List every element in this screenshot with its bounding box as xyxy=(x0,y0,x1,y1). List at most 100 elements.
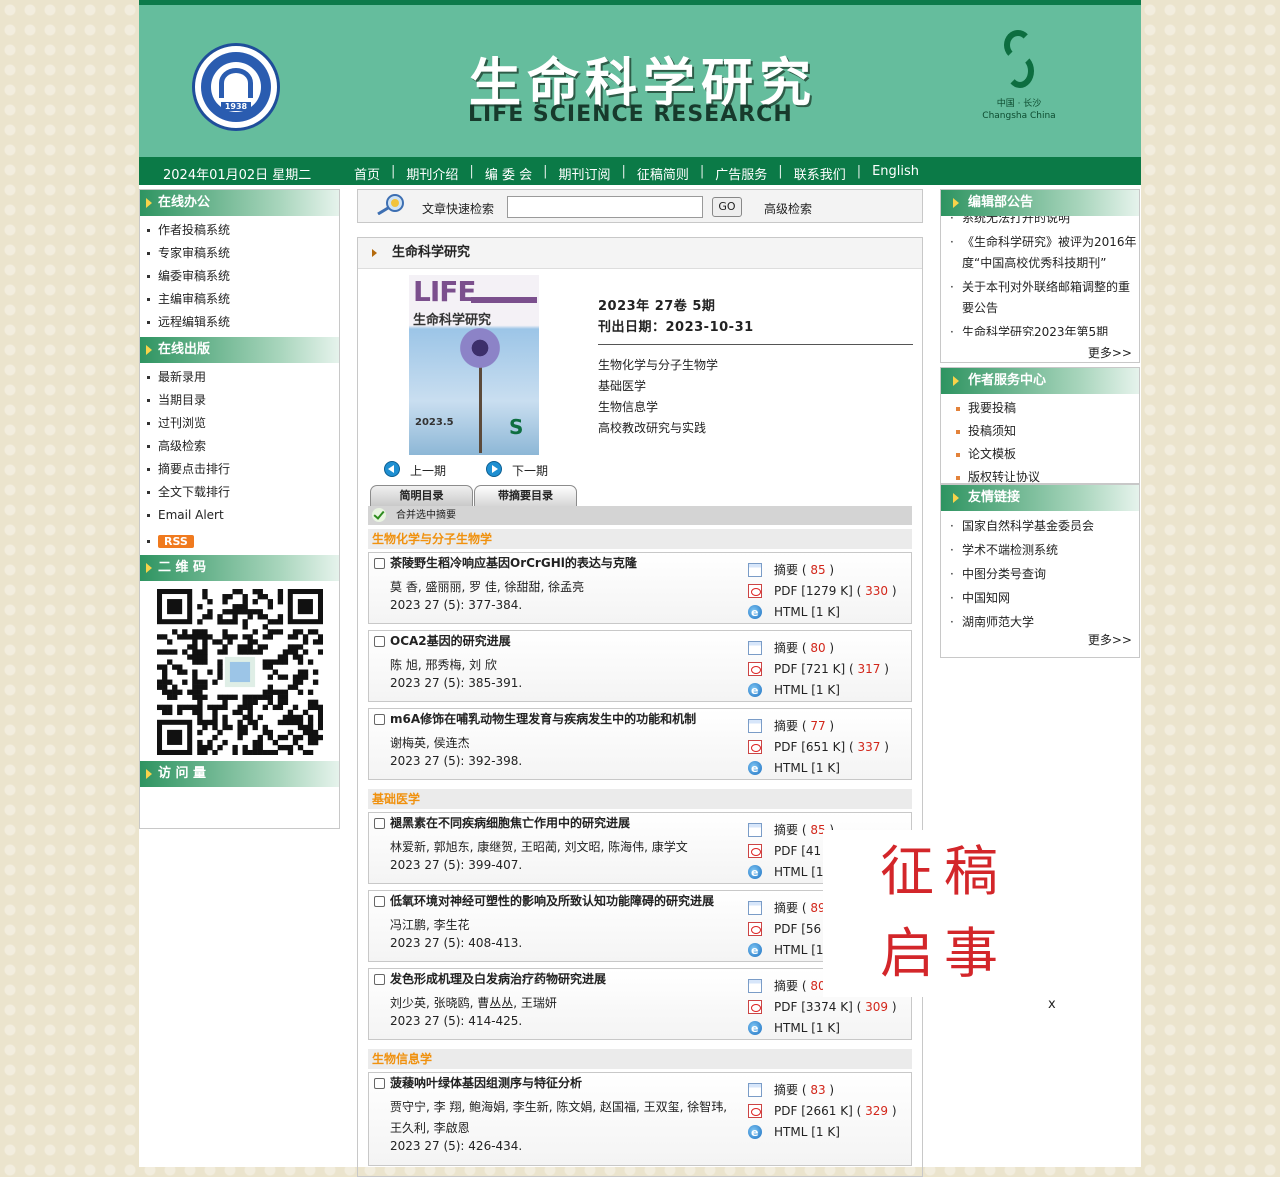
article-authors: 贾守宁, 李 翔, 鲍海娟, 李生新, 陈文娟, 赵国福, 王双玺, 徐智玮, … xyxy=(390,1100,728,1135)
html-link[interactable]: HTML [1 K] xyxy=(748,680,908,701)
pdf-link[interactable]: PDF [721 K] ( 317 ) xyxy=(748,659,908,680)
notice-item-3[interactable]: 生命科学研究2023年第5期 xyxy=(941,322,1139,336)
article-title[interactable]: m6A修饰在哺乳动物生理发育与疾病发生中的功能和机制 xyxy=(390,712,745,727)
service-item-0[interactable]: 我要投稿 xyxy=(956,397,1139,420)
article-checkbox[interactable] xyxy=(374,818,385,829)
service-item-2[interactable]: 论文模板 xyxy=(956,443,1139,466)
prev-issue-link[interactable]: 上一期 xyxy=(410,462,446,479)
ie-browser-icon xyxy=(748,758,762,779)
nav-item-4[interactable]: 征稿简则 xyxy=(637,164,689,183)
publish-item-6[interactable]: Email Alert xyxy=(147,504,339,527)
ad-line-2: 启事 xyxy=(880,922,1008,985)
article-citation: 2023 27 (5): 399-407. xyxy=(390,858,523,872)
nav-separator: | xyxy=(391,164,396,179)
html-link[interactable]: HTML [1 K] xyxy=(748,602,908,623)
office-item-4[interactable]: 远程编辑系统 xyxy=(147,311,339,334)
rss-button[interactable]: RSS xyxy=(158,535,194,548)
nav-item-3[interactable]: 期刊订阅 xyxy=(558,164,610,183)
article-title[interactable]: 茶陵野生稻冷响应基因OrCrGHl的表达与克隆 xyxy=(390,556,745,571)
ie-browser-icon xyxy=(748,1018,762,1039)
html-link[interactable]: HTML [1 K] xyxy=(748,1122,908,1143)
nav-separator: | xyxy=(856,164,862,179)
pdf-link[interactable]: PDF [3374 K] ( 309 ) xyxy=(748,997,908,1018)
article-citation: 2023 27 (5): 426-434. xyxy=(390,1139,523,1153)
article-checkbox[interactable] xyxy=(374,558,385,569)
nav-item-5[interactable]: 广告服务 xyxy=(715,164,767,183)
nav-item-1[interactable]: 期刊介绍 xyxy=(406,164,458,183)
abstract-link[interactable]: 摘要 ( 85 ) xyxy=(748,560,908,581)
notice-item-1[interactable]: 《生命科学研究》被评为2016年度“中国高校优秀科技期刊” xyxy=(941,232,1139,274)
friend-link-0[interactable]: 国家自然科学基金委员会 xyxy=(950,514,1139,538)
issue-info: 2023年 27卷 5期 刊出日期：2023-10-31 生物化学与分子生物学基… xyxy=(598,296,913,439)
office-item-0[interactable]: 作者投稿系统 xyxy=(147,219,339,242)
pdf-link[interactable]: PDF [1279 K] ( 330 ) xyxy=(748,581,908,602)
article-title[interactable]: 菠薐呐叶绿体基因组测序与特征分析 xyxy=(390,1076,745,1091)
section-title: 基础医学 xyxy=(368,789,912,809)
html-link[interactable]: HTML [1 K] xyxy=(748,1018,908,1039)
article-checkbox[interactable] xyxy=(374,1078,385,1089)
abstract-view-count: 77 xyxy=(810,719,826,733)
pdf-link[interactable]: PDF [651 K] ( 337 ) xyxy=(748,737,908,758)
online-publish-header: 在线出版 xyxy=(140,337,339,363)
article-checkbox[interactable] xyxy=(374,714,385,725)
friend-link-3[interactable]: 中国知网 xyxy=(950,586,1139,610)
call-for-papers-floating-ad[interactable]: 征稿 启事 xyxy=(823,830,1031,997)
prev-issue-icon[interactable] xyxy=(384,461,400,477)
issue-category-link[interactable]: 基础医学 xyxy=(598,376,913,397)
nav-item-2[interactable]: 编 委 会 xyxy=(485,164,532,183)
notice-item-0[interactable]: 系统无法打开的说明 xyxy=(941,216,1139,229)
article-title[interactable]: 低氧环境对神经可塑性的影响及所致认知功能障碍的研究进展 xyxy=(390,894,745,909)
article-checkbox[interactable] xyxy=(374,974,385,985)
publish-item-3[interactable]: 高级检索 xyxy=(147,435,339,458)
publish-item-2[interactable]: 过刊浏览 xyxy=(147,412,339,435)
issue-category-link[interactable]: 高校教改研究与实践 xyxy=(598,418,913,439)
abstract-link[interactable]: 摘要 ( 77 ) xyxy=(748,716,908,737)
article-title[interactable]: OCA2基因的研究进展 xyxy=(390,634,745,649)
publish-item-1[interactable]: 当期目录 xyxy=(147,389,339,412)
tab-abstract-toc[interactable]: 带摘要目录 xyxy=(474,485,577,506)
close-ad-button[interactable]: x xyxy=(1048,997,1056,1012)
section-title: 生物信息学 xyxy=(368,1049,912,1069)
publish-item-4[interactable]: 摘要点击排行 xyxy=(147,458,339,481)
quick-search-input[interactable] xyxy=(507,196,703,218)
hunan-normal-university-logo[interactable]: 1938 xyxy=(192,43,280,131)
ad-line-1: 征稿 xyxy=(880,840,1008,903)
next-issue-icon[interactable] xyxy=(486,461,502,477)
article-title[interactable]: 发色形成机理及白发病治疗药物研究进展 xyxy=(390,972,745,987)
pdf-link[interactable]: PDF [2661 K] ( 329 ) xyxy=(748,1101,908,1122)
article-title[interactable]: 褪黑素在不同疾病细胞焦亡作用中的研究进展 xyxy=(390,816,745,831)
publish-item-5[interactable]: 全文下载排行 xyxy=(147,481,339,504)
abstract-page-icon xyxy=(748,823,762,837)
merge-abstracts-bar[interactable]: 合并选中摘要 xyxy=(368,506,912,525)
issue-cover-image[interactable]: LIFE 生命科学研究 2023.5 S xyxy=(409,275,539,455)
online-office-list: 作者投稿系统 专家审稿系统 编委审稿系统 主编审稿系统 远程编辑系统 xyxy=(140,216,339,337)
issue-category-link[interactable]: 生物化学与分子生物学 xyxy=(598,355,913,376)
abstract-page-icon xyxy=(748,979,762,993)
office-item-1[interactable]: 专家审稿系统 xyxy=(147,242,339,265)
notice-more-link[interactable]: 更多>> xyxy=(1088,344,1132,361)
abstract-link[interactable]: 摘要 ( 83 ) xyxy=(748,1080,908,1101)
html-link[interactable]: HTML [1 K] xyxy=(748,758,908,779)
article-checkbox[interactable] xyxy=(374,636,385,647)
nav-item-7[interactable]: English xyxy=(872,164,919,183)
article-checkbox[interactable] xyxy=(374,896,385,907)
nav-item-6[interactable]: 联系我们 xyxy=(794,164,846,183)
next-issue-link[interactable]: 下一期 xyxy=(512,462,548,479)
service-item-1[interactable]: 投稿须知 xyxy=(956,420,1139,443)
abstract-link[interactable]: 摘要 ( 80 ) xyxy=(748,638,908,659)
current-issue-panel: 生命科学研究 LIFE 生命科学研究 2023.5 S 2023年 27卷 5期… xyxy=(357,237,923,1177)
go-button[interactable]: GO xyxy=(712,197,742,217)
advanced-search-link[interactable]: 高级检索 xyxy=(764,200,812,217)
office-item-3[interactable]: 主编审稿系统 xyxy=(147,288,339,311)
nav-item-0[interactable]: 首页 xyxy=(354,164,380,183)
office-item-2[interactable]: 编委审稿系统 xyxy=(147,265,339,288)
issue-category-link[interactable]: 生物信息学 xyxy=(598,397,913,418)
friend-link-2[interactable]: 中图分类号查询 xyxy=(950,562,1139,586)
friend-link-1[interactable]: 学术不端检测系统 xyxy=(950,538,1139,562)
tab-simple-toc[interactable]: 简明目录 xyxy=(370,485,473,506)
abstract-view-count: 83 xyxy=(810,1083,826,1097)
publish-item-0[interactable]: 最新录用 xyxy=(147,366,339,389)
links-more-link[interactable]: 更多>> xyxy=(1088,631,1132,648)
notice-item-2[interactable]: 关于本刊对外联络邮箱调整的重要公告 xyxy=(941,277,1139,319)
pdf-icon xyxy=(748,1104,762,1118)
